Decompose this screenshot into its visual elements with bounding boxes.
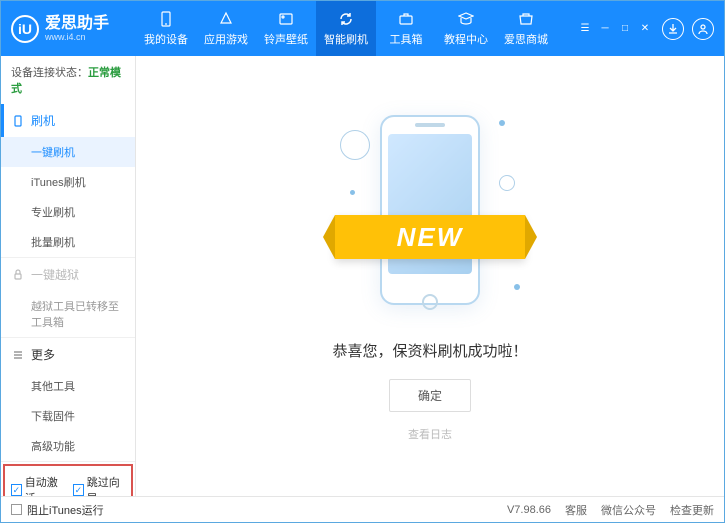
wechat-link[interactable]: 微信公众号 <box>601 502 656 518</box>
app-url: www.i4.cn <box>45 32 109 42</box>
logo-area: iU 爱思助手 www.i4.cn <box>11 15 136 43</box>
nav-label: 工具箱 <box>390 31 423 47</box>
app-name: 爱思助手 <box>45 15 109 33</box>
nav-label: 应用游戏 <box>204 31 248 47</box>
download-button[interactable] <box>662 18 684 40</box>
minimize-button[interactable]: ─ <box>596 22 614 36</box>
footer: 阻止iTunes运行 V7.98.66 客服 微信公众号 检查更新 <box>1 496 724 522</box>
options-row: ✓ 自动激活 ✓ 跳过向导 <box>3 464 133 496</box>
device-status: 设备连接状态：正常模式 <box>1 56 135 104</box>
sidebar-item-pro-flash[interactable]: 专业刷机 <box>1 197 135 227</box>
store-icon <box>517 10 535 28</box>
section-more: 更多 其他工具 下载固件 高级功能 <box>1 338 135 462</box>
section-title: 一键越狱 <box>31 266 79 283</box>
wallpaper-icon <box>277 10 295 28</box>
nav-store[interactable]: 爱思商城 <box>496 1 556 56</box>
maximize-button[interactable]: □ <box>616 22 634 36</box>
checkbox-label: 自动激活 <box>25 474 63 496</box>
sidebar-item-other-tools[interactable]: 其他工具 <box>1 371 135 401</box>
sidebar-item-itunes-flash[interactable]: iTunes刷机 <box>1 167 135 197</box>
body: 设备连接状态：正常模式 刷机 一键刷机 iTunes刷机 专业刷机 批量刷机 一… <box>1 56 724 496</box>
check-icon: ✓ <box>11 484 22 496</box>
section-flash-head[interactable]: 刷机 <box>1 104 135 137</box>
check-update-link[interactable]: 检查更新 <box>670 502 714 518</box>
app-window: iU 爱思助手 www.i4.cn 我的设备 应用游戏 铃声壁纸 智能刷机 <box>0 0 725 523</box>
titlebar: iU 爱思助手 www.i4.cn 我的设备 应用游戏 铃声壁纸 智能刷机 <box>1 1 724 56</box>
customer-service-link[interactable]: 客服 <box>565 502 587 518</box>
checkbox-skip-guide[interactable]: ✓ 跳过向导 <box>73 474 125 496</box>
success-illustration: NEW <box>365 110 495 320</box>
nav-toolbox[interactable]: 工具箱 <box>376 1 436 56</box>
version-label: V7.98.66 <box>507 504 551 516</box>
graduation-icon <box>457 10 475 28</box>
nav-apps[interactable]: 应用游戏 <box>196 1 256 56</box>
main-content: NEW 恭喜您，保资料刷机成功啦！ 确定 查看日志 <box>136 56 724 496</box>
ok-button[interactable]: 确定 <box>389 379 471 412</box>
refresh-icon <box>337 10 355 28</box>
logo-icon: iU <box>11 15 39 43</box>
checkbox-block-itunes[interactable]: 阻止iTunes运行 <box>11 502 104 518</box>
menu-icon[interactable]: ☰ <box>576 22 594 36</box>
section-jailbreak-head[interactable]: 一键越狱 <box>1 258 135 291</box>
nav-label: 铃声壁纸 <box>264 31 308 47</box>
nav-tabs: 我的设备 应用游戏 铃声壁纸 智能刷机 工具箱 教程中心 <box>136 1 566 56</box>
section-jailbreak: 一键越狱 越狱工具已转移至 工具箱 <box>1 258 135 338</box>
nav-label: 爱思商城 <box>504 31 548 47</box>
section-more-head[interactable]: 更多 <box>1 338 135 371</box>
status-label: 设备连接状态： <box>11 67 88 79</box>
checkbox-auto-activate[interactable]: ✓ 自动激活 <box>11 474 63 496</box>
lock-icon <box>11 268 25 282</box>
sidebar-item-advanced[interactable]: 高级功能 <box>1 431 135 461</box>
phone-icon <box>11 114 25 128</box>
nav-ringtones[interactable]: 铃声壁纸 <box>256 1 316 56</box>
list-icon <box>11 348 25 362</box>
nav-my-device[interactable]: 我的设备 <box>136 1 196 56</box>
section-title: 更多 <box>31 346 55 363</box>
sidebar: 设备连接状态：正常模式 刷机 一键刷机 iTunes刷机 专业刷机 批量刷机 一… <box>1 56 136 496</box>
nav-label: 智能刷机 <box>324 31 368 47</box>
nav-label: 教程中心 <box>444 31 488 47</box>
jailbreak-note: 越狱工具已转移至 工具箱 <box>1 291 135 337</box>
close-button[interactable]: ✕ <box>636 22 654 36</box>
footer-left: 阻止iTunes运行 <box>11 502 104 518</box>
toolbox-icon <box>397 10 415 28</box>
nav-tutorials[interactable]: 教程中心 <box>436 1 496 56</box>
window-controls: ☰ ─ □ ✕ <box>576 22 654 36</box>
new-banner: NEW <box>335 215 525 259</box>
section-title: 刷机 <box>31 112 55 129</box>
sidebar-item-oneclick-flash[interactable]: 一键刷机 <box>1 137 135 167</box>
success-message: 恭喜您，保资料刷机成功啦！ <box>332 340 527 361</box>
sidebar-item-download-fw[interactable]: 下载固件 <box>1 401 135 431</box>
checkbox-icon <box>11 504 22 515</box>
nav-flash[interactable]: 智能刷机 <box>316 1 376 56</box>
sidebar-item-batch-flash[interactable]: 批量刷机 <box>1 227 135 257</box>
appstore-icon <box>217 10 235 28</box>
checkbox-label: 跳过向导 <box>87 474 125 496</box>
phone-icon <box>157 10 175 28</box>
nav-label: 我的设备 <box>144 31 188 47</box>
checkbox-label: 阻止iTunes运行 <box>27 502 104 518</box>
user-button[interactable] <box>692 18 714 40</box>
section-flash: 刷机 一键刷机 iTunes刷机 专业刷机 批量刷机 <box>1 104 135 258</box>
footer-right: V7.98.66 客服 微信公众号 检查更新 <box>507 502 714 518</box>
check-icon: ✓ <box>73 484 84 496</box>
view-log-link[interactable]: 查看日志 <box>408 426 452 442</box>
title-right: ☰ ─ □ ✕ <box>566 18 714 40</box>
